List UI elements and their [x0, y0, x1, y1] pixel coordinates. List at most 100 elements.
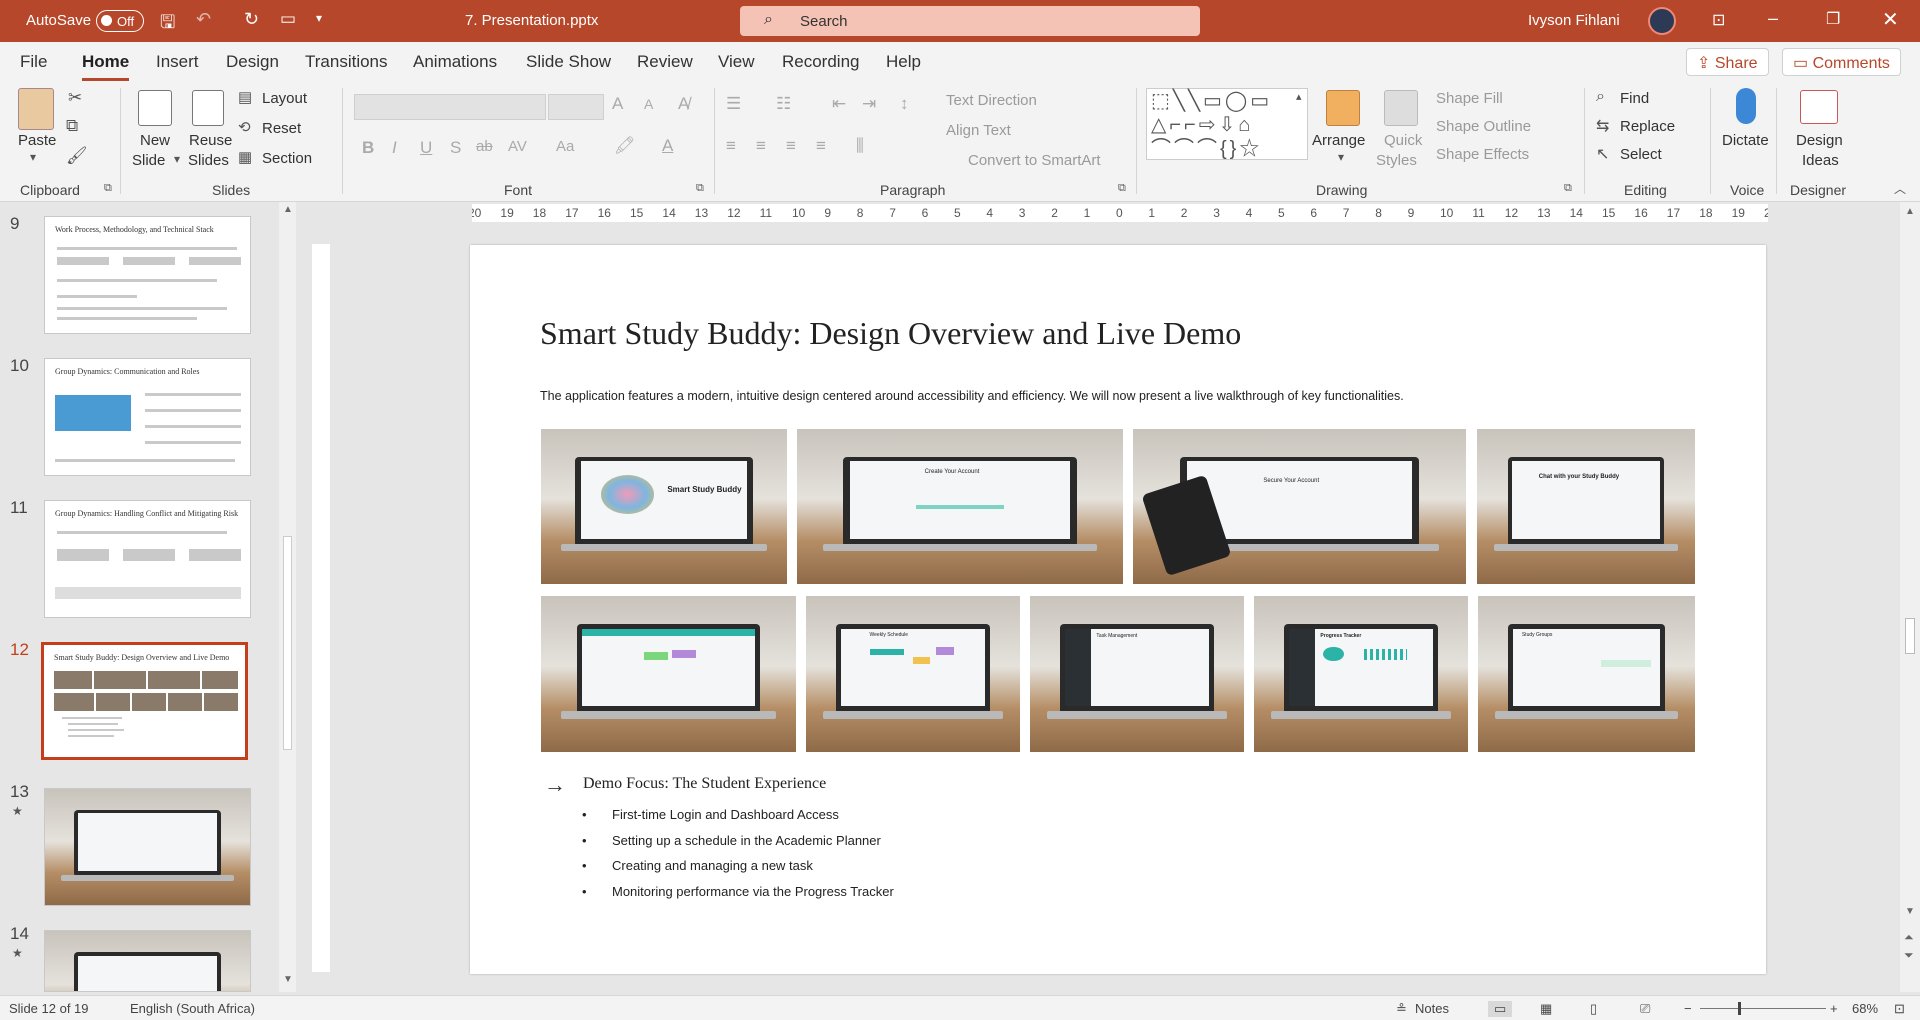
slide-subtitle[interactable]: The application features a modern, intui… [540, 389, 1404, 403]
drawing-launcher-icon[interactable]: ⧉ [1564, 182, 1572, 195]
tab-transitions[interactable]: Transitions [305, 52, 388, 72]
scroll-thumb[interactable] [1905, 618, 1915, 654]
new-slide-icon[interactable] [138, 90, 172, 126]
tab-home[interactable]: Home [82, 52, 130, 81]
copy-icon[interactable]: ⧉ [66, 116, 78, 136]
paragraph-launcher-icon[interactable]: ⧉ [1118, 182, 1126, 195]
slide-thumbnail-10[interactable]: Group Dynamics: Communication and Roles [44, 358, 251, 476]
tab-insert[interactable]: Insert [156, 52, 199, 72]
restore-icon[interactable]: ❐ [1826, 9, 1840, 29]
replace-button[interactable]: Replace [1620, 118, 1675, 135]
scroll-thumb[interactable] [283, 536, 292, 750]
numbering-icon[interactable]: ☷ [776, 94, 791, 114]
reset-icon[interactable]: ⟲ [238, 118, 251, 136]
section-button[interactable]: Section [262, 150, 312, 167]
tab-slide-show[interactable]: Slide Show [526, 52, 611, 72]
language-indicator[interactable]: English (South Africa) [130, 1001, 255, 1016]
justify-icon[interactable]: ≡ [816, 136, 826, 156]
tab-review[interactable]: Review [637, 52, 693, 72]
arrange-button[interactable]: Arrange [1312, 132, 1365, 149]
next-slide-icon[interactable]: ⏷ [1904, 948, 1914, 963]
reuse-label-1[interactable]: Reuse [189, 132, 232, 149]
share-button[interactable]: ⇪ Share [1686, 48, 1769, 76]
section-icon[interactable]: ▦ [238, 148, 252, 166]
zoom-slider[interactable] [1700, 1008, 1826, 1009]
design-ideas-label-2[interactable]: Ideas [1802, 152, 1839, 169]
align-text-button[interactable]: Align Text [946, 122, 1011, 139]
underline-button[interactable]: U [420, 138, 432, 158]
shrink-font-icon[interactable]: A [644, 96, 653, 112]
paste-button[interactable]: Paste [18, 132, 56, 149]
font-launcher-icon[interactable]: ⧉ [696, 182, 704, 195]
find-icon[interactable]: ⌕ [1596, 88, 1605, 106]
user-name[interactable]: Ivyson Fihlani [1528, 12, 1620, 29]
paste-icon[interactable] [18, 88, 54, 130]
bold-button[interactable]: B [362, 138, 374, 158]
italic-button[interactable]: I [392, 138, 397, 158]
slide-thumbnail-12[interactable]: Smart Study Buddy: Design Overview and L… [41, 642, 248, 760]
notes-button[interactable]: Notes [1415, 1001, 1449, 1016]
decrease-indent-icon[interactable]: ⇤ [832, 94, 846, 114]
zoom-in-button[interactable]: + [1830, 1001, 1838, 1016]
shape-outline-button[interactable]: Shape Outline [1436, 118, 1531, 135]
bullet-item[interactable]: Monitoring performance via the Progress … [582, 884, 894, 899]
laptop-image-welcome[interactable]: Smart Study Buddy [541, 429, 787, 584]
dictate-icon[interactable] [1736, 88, 1756, 124]
present-icon[interactable]: ▭ [280, 9, 296, 29]
reset-button[interactable]: Reset [262, 120, 301, 137]
quick-styles-icon[interactable] [1384, 90, 1418, 126]
slide-title[interactable]: Smart Study Buddy: Design Overview and L… [540, 315, 1241, 352]
zoom-level[interactable]: 68% [1852, 1001, 1878, 1016]
dictate-button[interactable]: Dictate [1722, 132, 1769, 149]
shape-effects-button[interactable]: Shape Effects [1436, 146, 1529, 163]
bullets-icon[interactable]: ☰ [726, 94, 741, 114]
align-center-icon[interactable]: ≡ [756, 136, 766, 156]
slide-thumbnail-11[interactable]: Group Dynamics: Handling Conflict and Mi… [44, 500, 251, 618]
design-ideas-icon[interactable] [1800, 90, 1838, 124]
new-slide-label-2[interactable]: Slide [132, 152, 165, 169]
font-color-button[interactable]: A [662, 136, 673, 156]
redo-icon[interactable]: ↻ [244, 9, 259, 30]
slide-sorter-icon[interactable]: ▦ [1540, 1001, 1552, 1017]
normal-view-icon[interactable]: ▭ [1488, 1001, 1513, 1017]
notes-icon[interactable]: ≗ [1396, 1001, 1407, 1017]
slide-thumbnail-14[interactable] [44, 930, 251, 992]
close-icon[interactable]: ✕ [1882, 7, 1899, 32]
file-name[interactable]: 7. Presentation.pptx [465, 12, 598, 29]
select-button[interactable]: Select [1620, 146, 1662, 163]
change-case-button[interactable]: Aa [556, 138, 574, 155]
grow-font-icon[interactable]: A [612, 94, 623, 114]
select-icon[interactable]: ↖ [1596, 144, 1609, 164]
char-spacing-button[interactable]: AV [508, 138, 527, 155]
avatar[interactable] [1648, 7, 1676, 35]
increase-indent-icon[interactable]: ⇥ [862, 94, 876, 114]
tab-recording[interactable]: Recording [782, 52, 860, 72]
shape-fill-button[interactable]: Shape Fill [1436, 90, 1503, 107]
laptop-image-study-groups[interactable]: Study Groups [1478, 596, 1695, 752]
bullet-item[interactable]: First-time Login and Dashboard Access [582, 807, 839, 822]
quick-styles-label-1[interactable]: Quick [1384, 132, 1422, 149]
shadow-button[interactable]: S [450, 138, 461, 158]
reuse-slides-icon[interactable] [192, 90, 224, 126]
layout-icon[interactable]: ▤ [238, 88, 252, 106]
comments-button[interactable]: ▭ Comments [1782, 48, 1901, 76]
text-direction-button[interactable]: Text Direction [946, 92, 1037, 109]
align-left-icon[interactable]: ≡ [726, 136, 736, 156]
highlight-icon[interactable]: 🖍 [614, 136, 636, 156]
reuse-label-2[interactable]: Slides [188, 152, 229, 169]
line-spacing-icon[interactable]: ↕ [900, 94, 909, 114]
reading-view-icon[interactable]: ▯ [1590, 1001, 1597, 1017]
bullet-item[interactable]: Creating and managing a new task [582, 858, 813, 873]
design-ideas-label-1[interactable]: Design [1796, 132, 1843, 149]
paste-dropdown-icon[interactable]: ▾ [30, 150, 36, 164]
laptop-image-task-management[interactable]: Task Management [1030, 596, 1244, 752]
tab-view[interactable]: View [718, 52, 755, 72]
search-box[interactable]: ⌕ Search [740, 6, 1200, 36]
slide-12[interactable]: Smart Study Buddy: Design Overview and L… [470, 245, 1766, 974]
tab-animations[interactable]: Animations [413, 52, 497, 72]
laptop-image-secure-account[interactable]: Secure Your Account [1133, 429, 1466, 584]
previous-slide-icon[interactable]: ⏶ [1904, 930, 1914, 945]
gallery-scroll-icon[interactable]: ▴ [1296, 90, 1302, 103]
clear-formatting-icon[interactable]: A̸ [678, 94, 689, 114]
slide-thumbnail-13[interactable] [44, 788, 251, 906]
